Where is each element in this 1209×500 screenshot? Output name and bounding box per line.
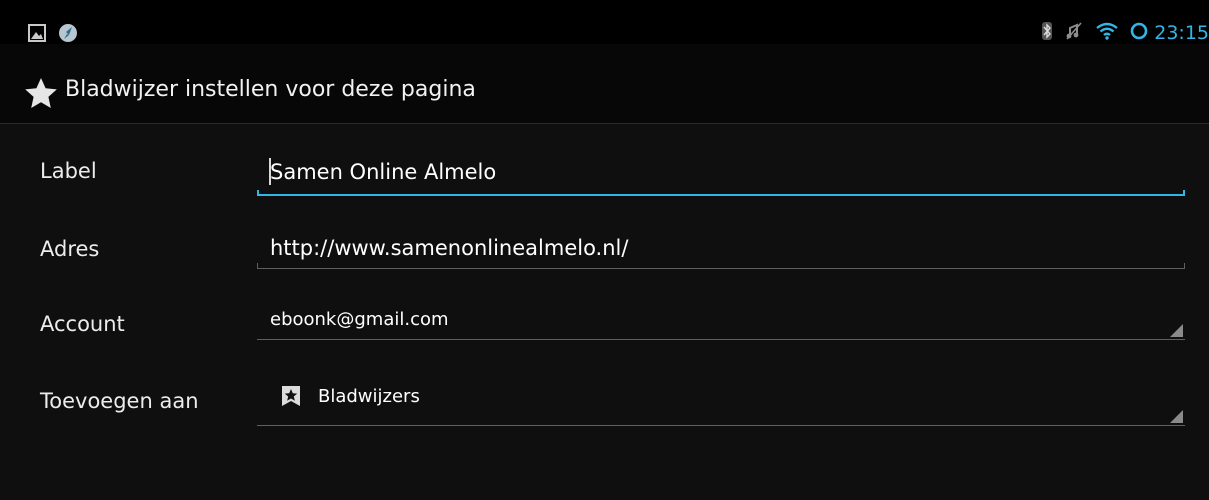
- status-bar: 23:15: [0, 0, 1209, 44]
- address-input-tick-left: [257, 263, 258, 269]
- account-spinner[interactable]: eboonk@gmail.com: [257, 300, 1185, 340]
- address-field-label: Adres: [40, 237, 100, 261]
- address-input[interactable]: http://www.samenonlinealmelo.nl/: [257, 228, 1185, 269]
- star-icon: [24, 77, 58, 113]
- status-bar-left-icons: [28, 24, 78, 46]
- label-field-label: Label: [40, 159, 97, 183]
- label-input-underline: [257, 194, 1185, 196]
- bookmark-star-icon: [281, 385, 301, 411]
- account-spinner-underline: [257, 339, 1185, 340]
- bookmark-dialog-screen: 23:15 Bladwijzer instellen voor deze pag…: [0, 0, 1209, 500]
- sync-icon: [1130, 22, 1148, 44]
- gallery-icon: [28, 24, 46, 46]
- title-bar: Bladwijzer instellen voor deze pagina: [0, 44, 1209, 124]
- account-field-label: Account: [40, 312, 125, 336]
- label-input[interactable]: Samen Online Almelo: [257, 148, 1185, 196]
- label-input-value: Samen Online Almelo: [270, 160, 497, 184]
- dialog-title: Bladwijzer instellen voor deze pagina: [65, 77, 476, 102]
- label-input-tick-right: [1183, 190, 1185, 196]
- label-input-tick-left: [257, 190, 259, 196]
- bookmark-form: Label Samen Online Almelo Adres http://w…: [0, 124, 1209, 500]
- folder-spinner-value: Bladwijzers: [318, 386, 420, 407]
- status-clock: 23:15: [1154, 22, 1209, 44]
- wifi-icon: [1096, 22, 1118, 44]
- folder-spinner-underline: [257, 425, 1185, 426]
- status-bar-right-icons: 23:15: [1042, 22, 1209, 44]
- mute-icon: [1066, 22, 1082, 44]
- account-spinner-value: eboonk@gmail.com: [270, 309, 449, 330]
- folder-spinner[interactable]: Bladwijzers: [257, 374, 1185, 426]
- address-input-value: http://www.samenonlinealmelo.nl/: [270, 236, 629, 260]
- folder-spinner-arrow-icon: [1170, 410, 1183, 423]
- account-spinner-arrow-icon: [1170, 324, 1183, 337]
- address-input-tick-right: [1184, 263, 1185, 269]
- folder-field-label: Toevoegen aan: [40, 389, 199, 413]
- bluetooth-icon: [1042, 22, 1053, 44]
- address-input-underline: [257, 268, 1185, 269]
